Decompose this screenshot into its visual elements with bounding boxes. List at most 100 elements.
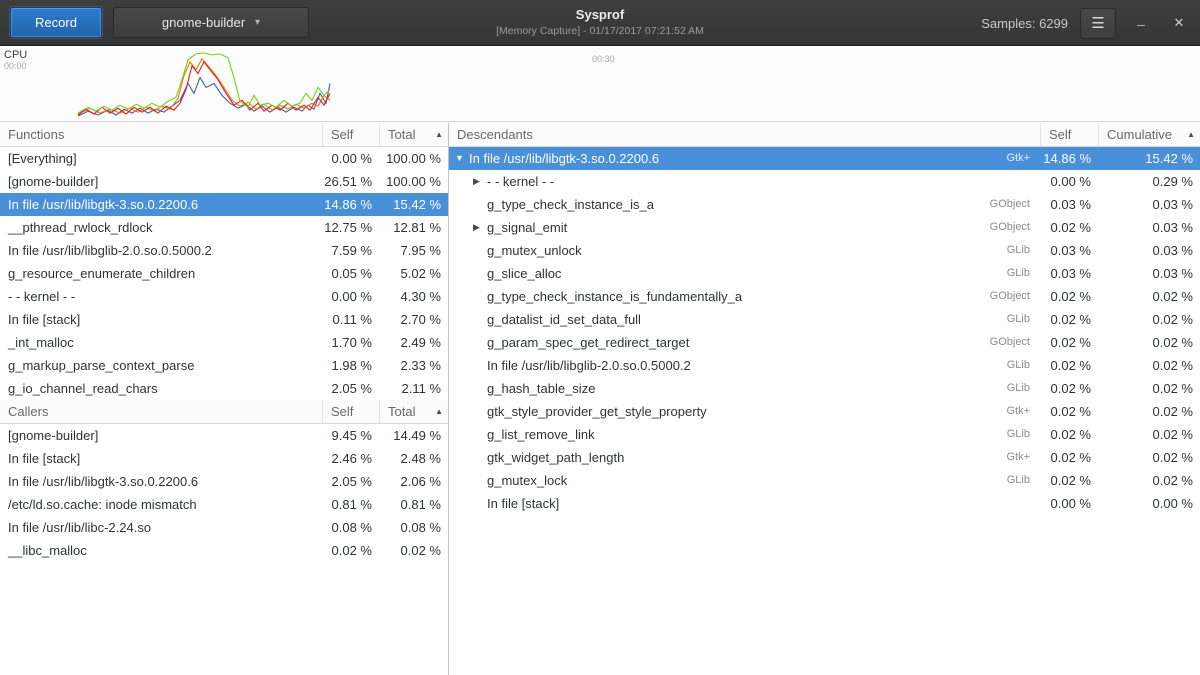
capture-subtitle: [Memory Capture] - 01/17/2017 07:21:52 A… [300, 24, 900, 38]
functions-list: [Everything]0.00 %100.00 %[gnome-builder… [0, 147, 448, 400]
self-percent: 2.05 % [322, 377, 379, 400]
table-row[interactable]: [gnome-builder]26.51 %100.00 % [0, 170, 448, 193]
self-percent: 0.02 % [1040, 285, 1098, 308]
cumulative-percent: 0.02 % [1098, 354, 1200, 377]
column-header-self[interactable]: Self [322, 400, 379, 423]
table-row[interactable]: g_io_channel_read_chars2.05 %2.11 % [0, 377, 448, 400]
function-name: In file [stack] [0, 447, 322, 470]
function-name: [Everything] [0, 147, 322, 170]
descendants-tree: ▼In file /usr/lib/libgtk-3.so.0.2200.6Gt… [449, 147, 1200, 515]
close-button[interactable]: ✕ [1166, 8, 1192, 39]
total-percent: 2.48 % [379, 447, 448, 470]
table-row[interactable]: __pthread_rwlock_rdlock12.75 %12.81 % [0, 216, 448, 239]
hamburger-icon: ☰ [1091, 14, 1104, 32]
window-title-area: Sysprof [Memory Capture] - 01/17/2017 07… [300, 6, 900, 38]
table-row[interactable]: In file /usr/lib/libgtk-3.so.0.2200.62.0… [0, 470, 448, 493]
record-button[interactable]: Record [10, 7, 102, 38]
descendants-table-header: Descendants Self Cumulative ▲ [449, 123, 1200, 147]
tree-name-cell: gtk_style_provider_get_style_propertyGtk… [449, 400, 1040, 423]
column-header-self[interactable]: Self [1040, 123, 1098, 146]
library-tag: GLib [1007, 423, 1040, 446]
tree-row[interactable]: gtk_widget_path_lengthGtk+0.02 %0.02 % [449, 446, 1200, 469]
tree-row[interactable]: ▶g_signal_emitGObject0.02 %0.03 % [449, 216, 1200, 239]
function-name: [gnome-builder] [0, 424, 322, 447]
library-tag: GLib [1007, 377, 1040, 400]
table-row[interactable]: In file /usr/lib/libgtk-3.so.0.2200.614.… [0, 193, 448, 216]
table-row[interactable]: _int_malloc1.70 %2.49 % [0, 331, 448, 354]
function-name: In file /usr/lib/libglib-2.0.so.0.5000.2 [0, 239, 322, 262]
cumulative-percent: 0.03 % [1098, 262, 1200, 285]
tree-row[interactable]: g_slice_allocGLib0.03 %0.03 % [449, 262, 1200, 285]
total-percent: 14.49 % [379, 424, 448, 447]
left-pane-empty-area [0, 562, 448, 675]
tree-row[interactable]: gtk_style_provider_get_style_propertyGtk… [449, 400, 1200, 423]
function-name: gtk_widget_path_length [487, 446, 624, 469]
tree-row[interactable]: g_mutex_unlockGLib0.03 %0.03 % [449, 239, 1200, 262]
headerbar: Record gnome-builder ▾ Sysprof [Memory C… [0, 0, 1200, 46]
column-header-self[interactable]: Self [322, 123, 379, 146]
table-row[interactable]: In file [stack]0.11 %2.70 % [0, 308, 448, 331]
tree-row[interactable]: In file [stack]0.00 %0.00 % [449, 492, 1200, 515]
tree-row[interactable]: g_type_check_instance_is_fundamentally_a… [449, 285, 1200, 308]
function-name: g_signal_emit [487, 216, 567, 239]
self-percent: 0.02 % [1040, 469, 1098, 492]
self-percent: 14.86 % [1040, 147, 1098, 170]
column-header-total[interactable]: Total ▲ [379, 400, 448, 423]
table-row[interactable]: /etc/ld.so.cache: inode mismatch0.81 %0.… [0, 493, 448, 516]
table-row[interactable]: In file [stack]2.46 %2.48 % [0, 447, 448, 470]
cumulative-percent: 0.02 % [1098, 446, 1200, 469]
tree-row[interactable]: ▶- - kernel - -0.00 %0.29 % [449, 170, 1200, 193]
tree-name-cell: In file [stack] [449, 492, 1040, 515]
tree-row[interactable]: g_type_check_instance_is_aGObject0.03 %0… [449, 193, 1200, 216]
minimize-button[interactable]: ─ [1128, 8, 1154, 39]
table-row[interactable]: [gnome-builder]9.45 %14.49 % [0, 424, 448, 447]
total-percent: 2.49 % [379, 331, 448, 354]
column-header-cumulative[interactable]: Cumulative ▲ [1098, 123, 1200, 146]
expand-arrow-icon[interactable]: ▶ [473, 216, 487, 239]
minimize-icon: ─ [1137, 20, 1145, 32]
tree-row[interactable]: g_hash_table_sizeGLib0.02 %0.02 % [449, 377, 1200, 400]
cpu-graph[interactable]: CPU 00:00 00:30 [0, 46, 1200, 122]
table-row[interactable]: __libc_malloc0.02 %0.02 % [0, 539, 448, 562]
column-header-total-label: Total [388, 123, 415, 146]
function-name: In file /usr/lib/libgtk-3.so.0.2200.6 [469, 147, 659, 170]
tree-name-cell: ▼In file /usr/lib/libgtk-3.so.0.2200.6Gt… [449, 147, 1040, 170]
total-percent: 0.81 % [379, 493, 448, 516]
tree-row[interactable]: g_list_remove_linkGLib0.02 %0.02 % [449, 423, 1200, 446]
column-header-callers[interactable]: Callers [0, 400, 322, 423]
tree-row[interactable]: ▼In file /usr/lib/libgtk-3.so.0.2200.6Gt… [449, 147, 1200, 170]
table-row[interactable]: In file /usr/lib/libglib-2.0.so.0.5000.2… [0, 239, 448, 262]
expand-arrow-icon[interactable]: ▶ [473, 170, 487, 193]
tree-name-cell: g_slice_allocGLib [449, 262, 1040, 285]
tree-row[interactable]: In file /usr/lib/libglib-2.0.so.0.5000.2… [449, 354, 1200, 377]
total-percent: 5.02 % [379, 262, 448, 285]
chevron-down-icon: ▾ [255, 17, 260, 28]
tree-row[interactable]: g_mutex_lockGLib0.02 %0.02 % [449, 469, 1200, 492]
table-row[interactable]: [Everything]0.00 %100.00 % [0, 147, 448, 170]
tree-row[interactable]: g_datalist_id_set_data_fullGLib0.02 %0.0… [449, 308, 1200, 331]
self-percent: 9.45 % [322, 424, 379, 447]
function-name: g_mutex_unlock [487, 239, 582, 262]
column-header-total[interactable]: Total ▲ [379, 123, 448, 146]
self-percent: 0.11 % [322, 308, 379, 331]
menu-button[interactable]: ☰ [1080, 8, 1116, 39]
table-row[interactable]: g_resource_enumerate_children0.05 %5.02 … [0, 262, 448, 285]
column-header-total-label: Total [388, 400, 415, 423]
cpu-axis-label: CPU [4, 49, 27, 61]
collapse-arrow-icon[interactable]: ▼ [455, 147, 469, 170]
close-icon: ✕ [1174, 15, 1185, 31]
column-header-functions[interactable]: Functions [0, 123, 322, 146]
table-row[interactable]: - - kernel - -0.00 %4.30 % [0, 285, 448, 308]
table-row[interactable]: In file /usr/lib/libc-2.24.so0.08 %0.08 … [0, 516, 448, 539]
function-name: g_hash_table_size [487, 377, 595, 400]
total-percent: 2.11 % [379, 377, 448, 400]
tree-row[interactable]: g_param_spec_get_redirect_targetGObject0… [449, 331, 1200, 354]
self-percent: 0.02 % [1040, 331, 1098, 354]
column-header-descendants[interactable]: Descendants [449, 123, 1040, 146]
self-percent: 0.81 % [322, 493, 379, 516]
table-row[interactable]: g_markup_parse_context_parse1.98 %2.33 % [0, 354, 448, 377]
function-name: In file /usr/lib/libc-2.24.so [0, 516, 322, 539]
function-name: g_resource_enumerate_children [0, 262, 322, 285]
process-selector-dropdown[interactable]: gnome-builder ▾ [113, 7, 309, 38]
cumulative-percent: 0.02 % [1098, 308, 1200, 331]
